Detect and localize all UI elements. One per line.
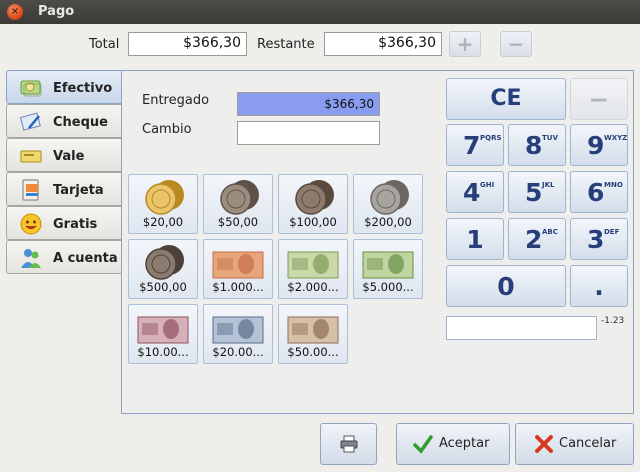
- denomination-label: $50.00...: [287, 345, 339, 359]
- voucher-icon: [20, 150, 42, 163]
- key-7[interactable]: 7 PQRS: [446, 124, 504, 166]
- coin-icon: [295, 180, 334, 215]
- tab-label: Tarjeta: [53, 183, 104, 198]
- denomination-button[interactable]: $200,00: [353, 174, 423, 234]
- tab-label: Vale: [53, 149, 85, 164]
- denomination-button[interactable]: $50,00: [203, 174, 273, 234]
- remaining-field: $366,30: [324, 32, 442, 56]
- banknote-icon: [212, 251, 264, 279]
- clear-entry-key[interactable]: CE: [446, 78, 566, 120]
- denomination-button[interactable]: $50.00...: [278, 304, 348, 364]
- denomination-label: $200,00: [364, 215, 412, 229]
- window-title: Pago: [38, 4, 75, 19]
- tab-tarjeta[interactable]: Tarjeta: [6, 172, 122, 206]
- negative-key[interactable]: −: [570, 78, 628, 120]
- key-1[interactable]: 1: [446, 218, 504, 260]
- denomination-label: $20.00...: [212, 345, 264, 359]
- key-5[interactable]: 5 JKL: [508, 171, 566, 213]
- keypad-display[interactable]: [446, 316, 597, 340]
- key-3[interactable]: 3 DEF: [570, 218, 628, 260]
- denomination-label: $100,00: [289, 215, 337, 229]
- denomination-button[interactable]: $2.000...: [278, 239, 348, 299]
- key-0[interactable]: 0: [446, 265, 566, 307]
- denomination-button[interactable]: $20.00...: [203, 304, 273, 364]
- coin-icon: [370, 180, 409, 215]
- title-bar: × Pago: [0, 0, 640, 24]
- checkmark-icon: [413, 435, 433, 454]
- given-field[interactable]: $366,30: [237, 92, 380, 116]
- tab-cheque[interactable]: Cheque: [6, 104, 122, 138]
- close-button[interactable]: ×: [7, 4, 23, 20]
- coin-icon: [220, 180, 259, 215]
- change-field: [237, 121, 380, 145]
- remove-payment-button[interactable]: −: [500, 31, 532, 57]
- denomination-button[interactable]: $100,00: [278, 174, 348, 234]
- key-6[interactable]: 6 MNO: [570, 171, 628, 213]
- tab-label: Cheque: [53, 115, 108, 130]
- change-label: Cambio: [142, 122, 192, 137]
- cash-icon: [20, 80, 42, 97]
- banknote-icon: [362, 251, 414, 279]
- denomination-button[interactable]: $1.000...: [203, 239, 273, 299]
- coin-icon: [145, 245, 184, 280]
- key-2[interactable]: 2 ABC: [508, 218, 566, 260]
- denomination-button[interactable]: $20,00: [128, 174, 198, 234]
- given-label: Entregado: [142, 93, 210, 108]
- key-9[interactable]: 9 WXYZ: [570, 124, 628, 166]
- cancel-label: Cancelar: [559, 436, 617, 451]
- payment-dialog: × Pago Total $366,30 Restante $366,30 + …: [0, 0, 640, 472]
- key-4[interactable]: 4 GHI: [446, 171, 504, 213]
- denomination-label: $2.000...: [287, 280, 339, 294]
- banknote-icon: [287, 316, 339, 344]
- denomination-button[interactable]: $500,00: [128, 239, 198, 299]
- denomination-button[interactable]: $5.000...: [353, 239, 423, 299]
- denomination-label: $500,00: [139, 280, 187, 294]
- key-8[interactable]: 8 TUV: [508, 124, 566, 166]
- tab-label: Efectivo: [53, 81, 113, 96]
- add-payment-button[interactable]: +: [449, 31, 481, 57]
- banknote-icon: [287, 251, 339, 279]
- card-icon: [22, 179, 39, 201]
- denomination-label: $5.000...: [362, 280, 414, 294]
- denomination-button[interactable]: $10.00...: [128, 304, 198, 364]
- denomination-label: $1.000...: [212, 280, 264, 294]
- denomination-label: $10.00...: [137, 345, 189, 359]
- print-button[interactable]: [320, 423, 377, 465]
- tab-a-cuenta[interactable]: A cuenta: [6, 240, 122, 274]
- denomination-label: $20,00: [142, 215, 184, 229]
- denomination-label: $50,00: [217, 215, 259, 229]
- tab-gratis[interactable]: Gratis: [6, 206, 122, 240]
- remaining-label: Restante: [257, 37, 315, 52]
- decimal-key[interactable]: .: [570, 265, 628, 307]
- coin-icon: [145, 180, 184, 215]
- banknote-icon: [212, 316, 264, 344]
- total-label: Total: [89, 37, 120, 52]
- accept-button[interactable]: Aceptar: [396, 423, 510, 465]
- account-icon: [21, 249, 41, 268]
- cheque-icon: [19, 112, 41, 131]
- tab-vale[interactable]: Vale: [6, 138, 122, 172]
- total-field: $366,30: [128, 32, 247, 56]
- tab-efectivo[interactable]: Efectivo: [6, 70, 122, 104]
- tab-label: A cuenta: [53, 251, 118, 266]
- tab-label: Gratis: [53, 217, 98, 232]
- free-icon: [20, 213, 42, 235]
- accept-label: Aceptar: [439, 436, 490, 451]
- number-format-hint: -1.23: [601, 316, 625, 326]
- banknote-icon: [137, 316, 189, 344]
- cancel-icon: [535, 435, 553, 453]
- cancel-button[interactable]: Cancelar: [515, 423, 634, 465]
- printer-icon: [340, 435, 358, 453]
